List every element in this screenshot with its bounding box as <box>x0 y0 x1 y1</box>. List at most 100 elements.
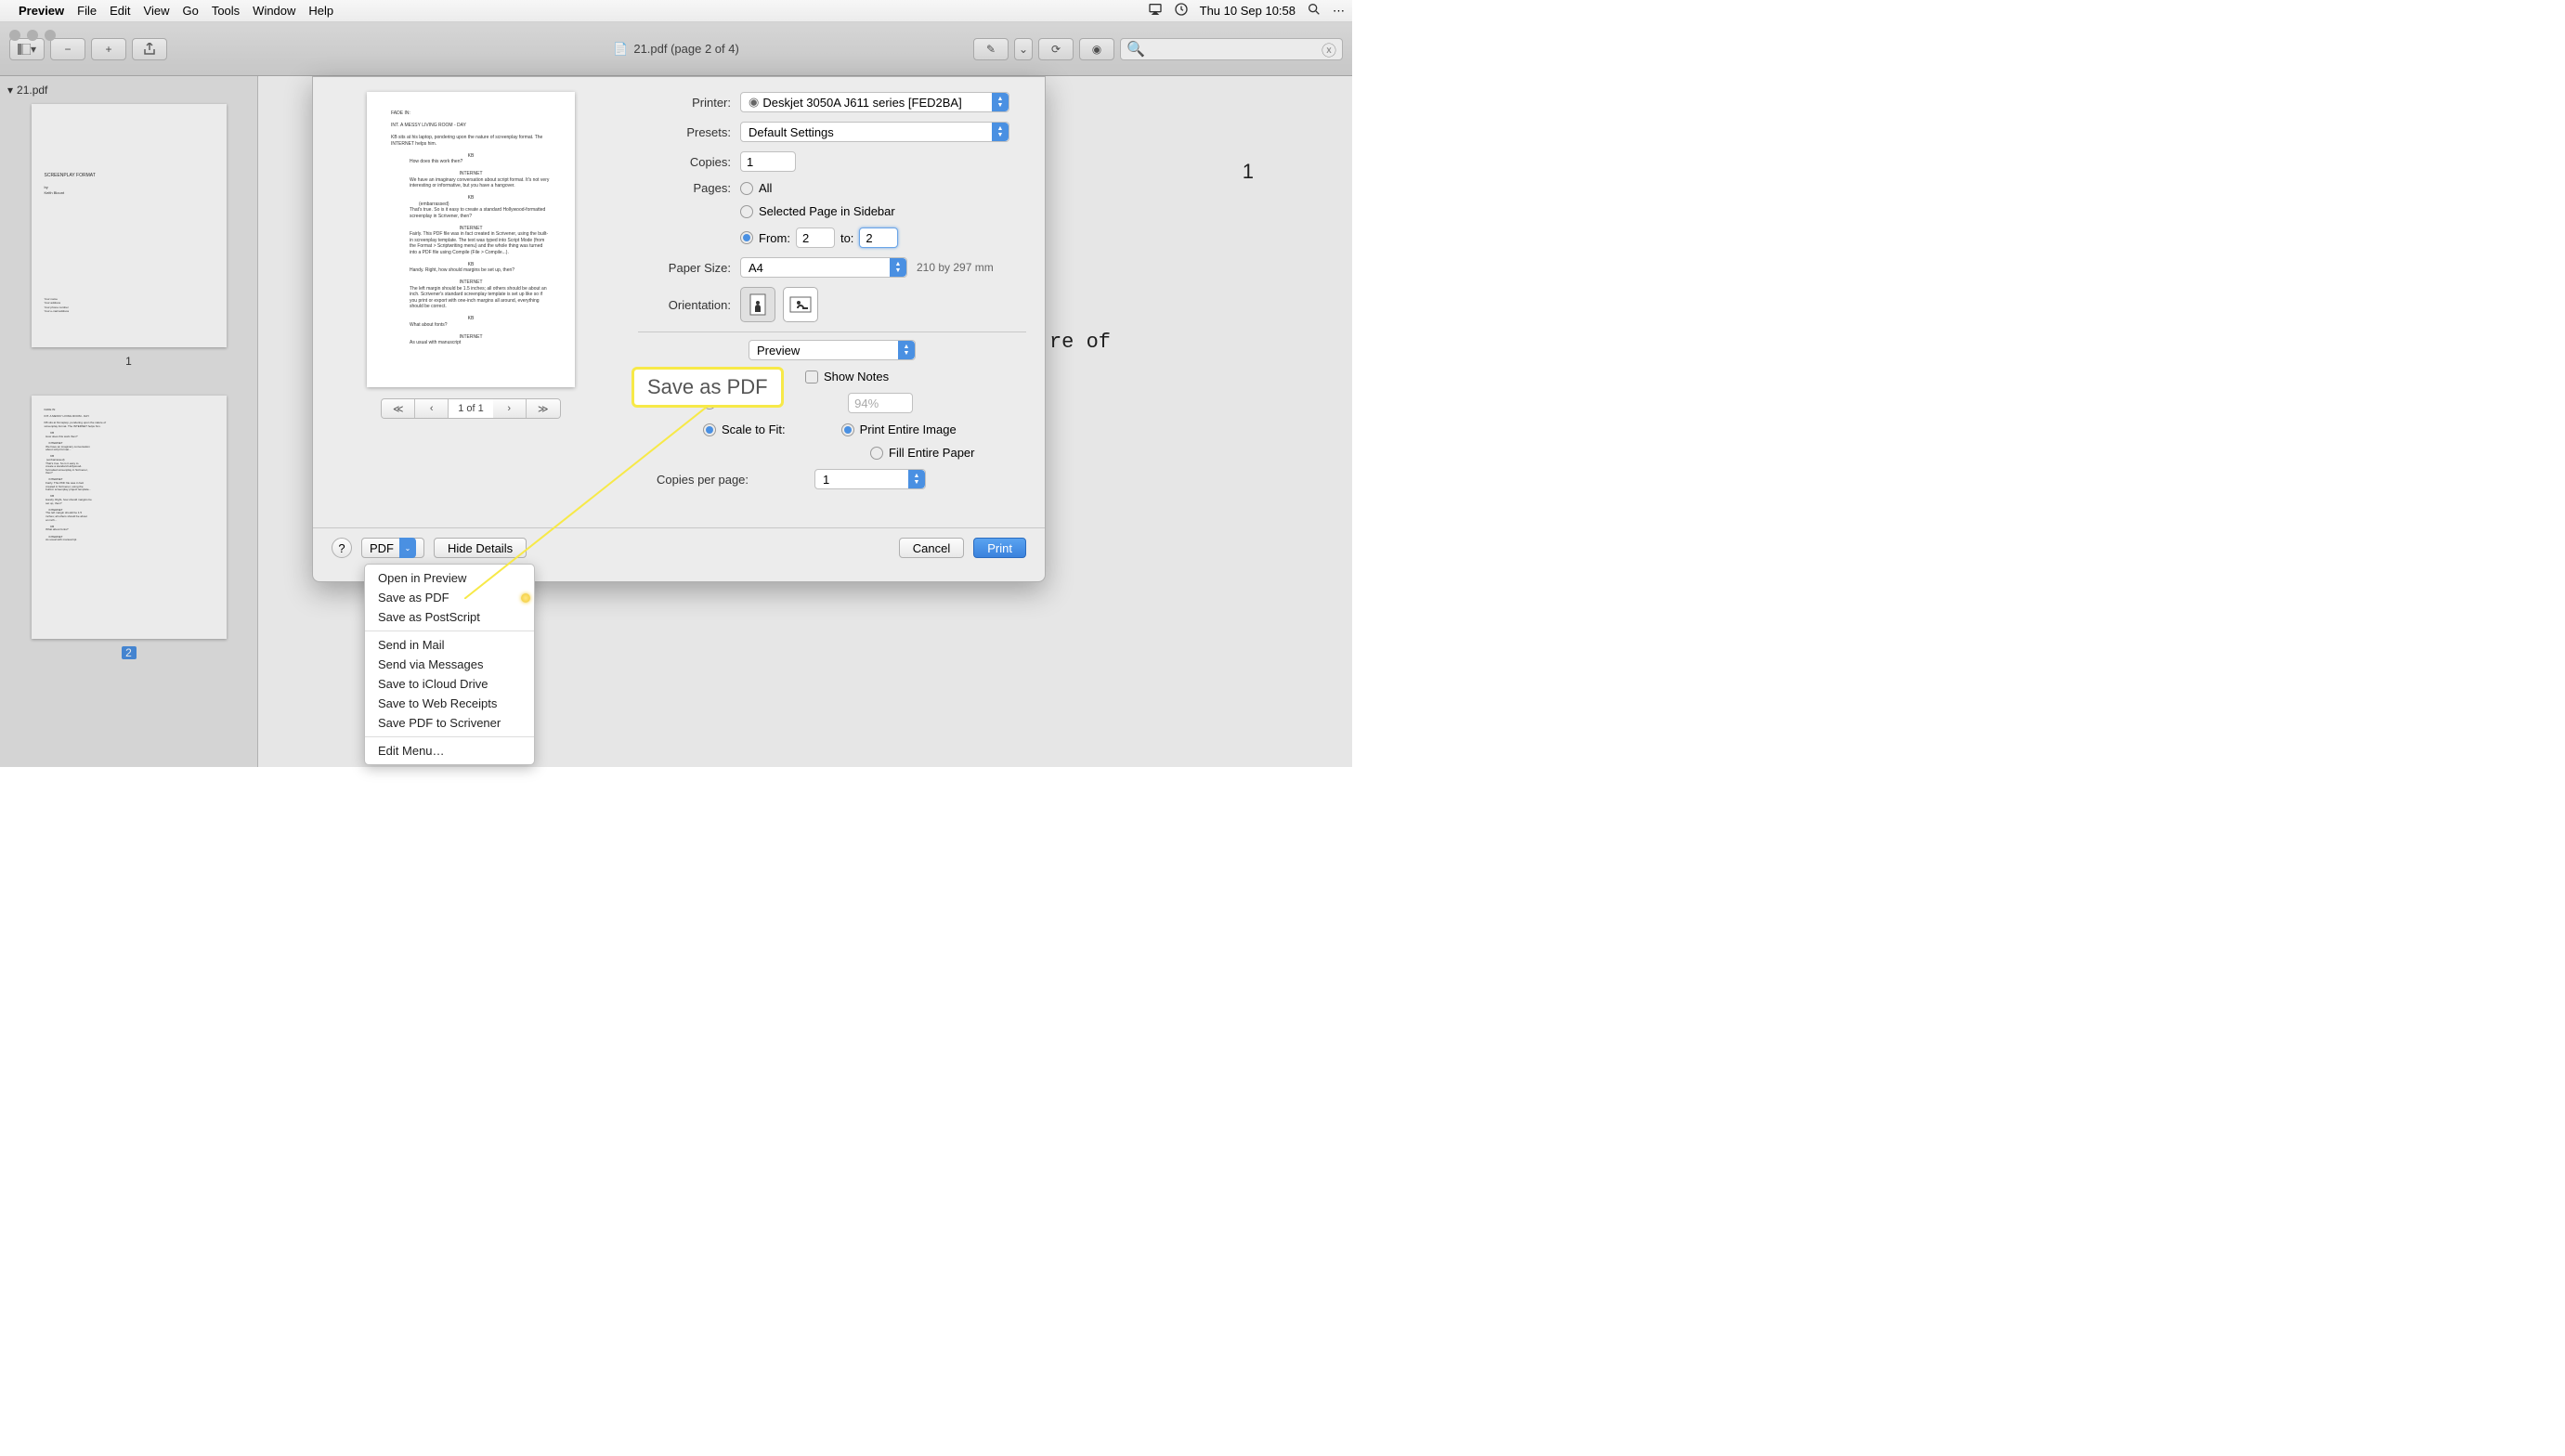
zoom-in-button[interactable]: + <box>91 38 126 60</box>
cancel-button[interactable]: Cancel <box>899 538 964 558</box>
zoom-window[interactable] <box>45 30 56 41</box>
copies-per-page-label: Copies per page: <box>657 473 805 487</box>
preview-next-button[interactable]: › <box>493 399 527 418</box>
print-button[interactable]: Print <box>973 538 1026 558</box>
scale-fit-radio[interactable] <box>703 423 716 436</box>
print-entire-radio[interactable] <box>841 423 854 436</box>
thumbnail-1-label: 1 <box>7 355 250 368</box>
orientation-portrait[interactable] <box>740 287 775 322</box>
save-as-pdf-item[interactable]: Save as PDF <box>365 588 534 607</box>
traffic-lights <box>9 30 56 41</box>
search-icon: 🔍 <box>1126 40 1145 58</box>
print-dialog: FADE IN: INT. A MESSY LIVING ROOM - DAY … <box>312 76 1046 582</box>
menu-view[interactable]: View <box>144 4 170 18</box>
menu-file[interactable]: File <box>77 4 97 18</box>
orientation-landscape[interactable] <box>783 287 818 322</box>
pages-sidebar-radio[interactable] <box>740 205 753 218</box>
save-to-icloud-item[interactable]: Save to iCloud Drive <box>365 674 534 694</box>
close-window[interactable] <box>9 30 20 41</box>
open-in-preview-item[interactable]: Open in Preview <box>365 568 534 588</box>
menu-go[interactable]: Go <box>182 4 198 18</box>
to-input[interactable]: 2 <box>859 228 898 248</box>
scale-input[interactable]: 94% <box>848 393 913 413</box>
printer-select[interactable]: ◉ Deskjet 3050A J611 series [FED2BA] ▲▼ <box>740 92 1009 112</box>
pages-label: Pages: <box>638 181 731 195</box>
pdf-dropdown: Open in Preview Save as PDF Save as Post… <box>364 564 535 765</box>
doc-icon: 📄 <box>613 42 628 57</box>
paper-size-select[interactable]: A4 ▲▼ <box>740 257 907 278</box>
help-button[interactable]: ? <box>332 538 352 558</box>
siri-icon[interactable]: ⋯ <box>1333 4 1345 19</box>
minimize-window[interactable] <box>27 30 38 41</box>
fill-paper-radio[interactable] <box>870 447 883 460</box>
search-field[interactable]: 🔍 ⓧ <box>1120 38 1343 60</box>
presets-select[interactable]: Default Settings ▲▼ <box>740 122 1009 142</box>
thumbnail-2-label: 2 <box>122 646 137 659</box>
view-mode-button[interactable]: ▾ <box>9 38 45 60</box>
disclosure-icon[interactable]: ▾ <box>7 84 13 97</box>
presets-label: Presets: <box>638 125 731 139</box>
show-notes-checkbox[interactable] <box>805 370 818 384</box>
menu-tools[interactable]: Tools <box>212 4 240 18</box>
preview-first-button[interactable]: ≪ <box>382 399 415 418</box>
toolbar: ▾ − + 📄 21.pdf (page 2 of 4) ✎ ⌄ ⟳ ◉ 🔍 ⓧ <box>0 22 1352 76</box>
airplay-icon[interactable] <box>1148 2 1163 20</box>
clock[interactable]: Thu 10 Sep 10:58 <box>1200 4 1296 18</box>
copies-input[interactable]: 1 <box>740 151 796 172</box>
printer-label: Printer: <box>638 96 731 110</box>
zoom-out-button[interactable]: − <box>50 38 85 60</box>
orientation-label: Orientation: <box>638 298 731 312</box>
preview-prev-button[interactable]: ‹ <box>415 399 449 418</box>
pages-from-radio[interactable] <box>740 231 753 244</box>
to-label: to: <box>840 231 853 245</box>
menubar: Preview File Edit View Go Tools Window H… <box>0 0 1352 22</box>
save-as-postscript-item[interactable]: Save as PostScript <box>365 607 534 627</box>
save-pdf-to-scrivener-item[interactable]: Save PDF to Scrivener <box>365 713 534 733</box>
pages-sidebar-label: Selected Page in Sidebar <box>759 204 895 218</box>
share-button[interactable] <box>132 38 167 60</box>
spotlight-icon[interactable] <box>1307 2 1322 20</box>
send-in-mail-item[interactable]: Send in Mail <box>365 635 534 655</box>
send-via-messages-item[interactable]: Send via Messages <box>365 655 534 674</box>
highlight-dot-icon <box>521 593 530 603</box>
search-input[interactable] <box>1145 43 1322 56</box>
menu-help[interactable]: Help <box>308 4 333 18</box>
section-select[interactable]: Preview ▲▼ <box>749 340 916 360</box>
menu-edit[interactable]: Edit <box>110 4 130 18</box>
highlight-button[interactable]: ◉ <box>1079 38 1114 60</box>
paper-size-label: Paper Size: <box>638 261 731 275</box>
pages-all-radio[interactable] <box>740 182 753 195</box>
save-to-web-receipts-item[interactable]: Save to Web Receipts <box>365 694 534 713</box>
sidebar: ▾ 21.pdf SCREENPLAY FORMAT by Keith Blou… <box>0 76 258 767</box>
print-entire-label: Print Entire Image <box>860 422 957 436</box>
thumbnail-2[interactable]: FADE IN:INT. A MESSY LIVING ROOM - DAYKB… <box>32 396 227 639</box>
thumbnail-1[interactable]: SCREENPLAY FORMAT by Keith Blount Your n… <box>32 104 227 347</box>
timemachine-icon[interactable] <box>1174 2 1189 20</box>
sidebar-file-header[interactable]: ▾ 21.pdf <box>7 84 250 97</box>
pages-all-label: All <box>759 181 772 195</box>
print-preview-page: FADE IN: INT. A MESSY LIVING ROOM - DAY … <box>367 92 575 387</box>
chevron-down-icon: ⌄ <box>399 538 416 558</box>
callout-save-as-pdf: Save as PDF <box>631 367 784 408</box>
markup-dropdown[interactable]: ⌄ <box>1014 38 1033 60</box>
hide-details-button[interactable]: Hide Details <box>434 538 527 558</box>
copies-per-page-select[interactable]: 1 ▲▼ <box>814 469 926 489</box>
edit-menu-item[interactable]: Edit Menu… <box>365 741 534 760</box>
paper-dimensions: 210 by 297 mm <box>917 261 994 274</box>
pdf-button[interactable]: PDF ⌄ <box>361 538 424 558</box>
app-menu[interactable]: Preview <box>19 4 64 18</box>
rotate-button[interactable]: ⟳ <box>1038 38 1074 60</box>
preview-last-button[interactable]: ≫ <box>527 399 560 418</box>
scale-fit-label: Scale to Fit: <box>722 422 786 436</box>
window-title: 📄 21.pdf (page 2 of 4) <box>613 42 739 57</box>
from-input[interactable]: 2 <box>796 228 835 248</box>
preview-navigation: ≪ ‹ 1 of 1 › ≫ <box>332 398 610 419</box>
pages-from-label: From: <box>759 231 790 245</box>
fill-paper-label: Fill Entire Paper <box>889 446 974 460</box>
menu-window[interactable]: Window <box>253 4 295 18</box>
markup-button[interactable]: ✎ <box>973 38 1009 60</box>
preview-page-label: 1 of 1 <box>449 399 493 418</box>
doc-fragment: re of <box>1049 327 1111 358</box>
copies-label: Copies: <box>638 155 731 169</box>
clear-search-icon[interactable]: ⓧ <box>1322 38 1336 60</box>
